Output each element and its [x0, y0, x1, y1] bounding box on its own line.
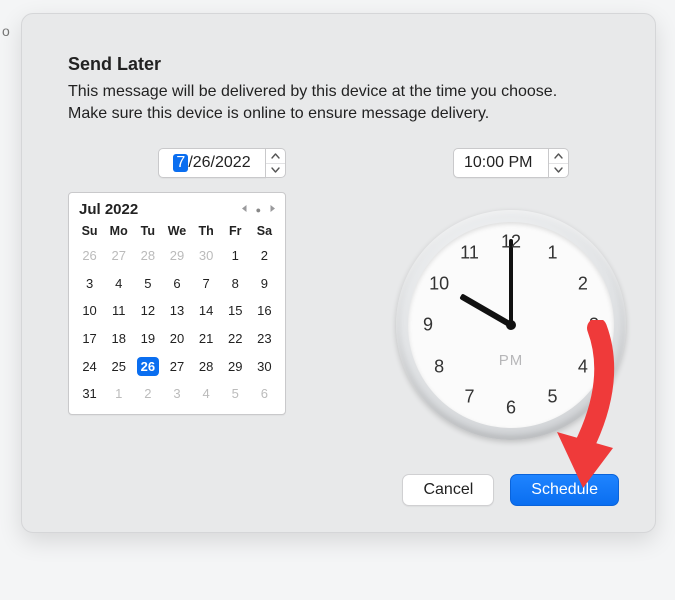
calendar-day[interactable]: 29 — [221, 353, 250, 381]
clock-number: 9 — [423, 315, 433, 336]
clock-number: 7 — [464, 387, 474, 408]
time-field[interactable]: 10:00 PM — [453, 148, 549, 178]
clock-number: 2 — [578, 273, 588, 294]
calendar-day[interactable]: 5 — [133, 270, 162, 298]
calendar-dow: Sa — [250, 222, 279, 242]
calendar-day[interactable]: 4 — [192, 380, 221, 408]
date-stepper: 7/26/2022 — [68, 148, 286, 178]
calendar-day[interactable]: 2 — [133, 380, 162, 408]
time-step-down-icon[interactable] — [549, 163, 568, 178]
calendar-day[interactable]: 26 — [75, 242, 104, 270]
clock-number: 8 — [434, 356, 444, 377]
calendar-day[interactable]: 27 — [162, 353, 191, 381]
clock-number: 12 — [501, 232, 521, 253]
dialog-title: Send Later — [68, 54, 609, 75]
clock-number: 10 — [429, 273, 449, 294]
clock-number: 5 — [547, 387, 557, 408]
calendar-nav: ● — [240, 204, 277, 216]
calendar-day[interactable]: 22 — [221, 325, 250, 353]
calendar-day[interactable]: 6 — [250, 380, 279, 408]
date-step-up-icon[interactable] — [266, 149, 285, 163]
send-later-dialog: Send Later This message will be delivere… — [21, 13, 656, 533]
calendar-dow: Th — [192, 222, 221, 242]
clock-ampm-label: PM — [499, 352, 524, 369]
schedule-button[interactable]: Schedule — [510, 474, 619, 506]
calendar-day[interactable]: 6 — [162, 270, 191, 298]
date-rest-segment[interactable]: /26/2022 — [188, 154, 250, 172]
calendar-day[interactable]: 23 — [250, 325, 279, 353]
clock-hour-hand[interactable] — [459, 294, 512, 328]
calendar-day[interactable]: 8 — [221, 270, 250, 298]
clock-center-dot — [506, 320, 516, 330]
calendar-day[interactable]: 25 — [104, 353, 133, 381]
calendar-day[interactable]: 30 — [250, 353, 279, 381]
dialog-description: This message will be delivered by this d… — [68, 81, 588, 124]
calendar-day[interactable]: 5 — [221, 380, 250, 408]
calendar-dow: Mo — [104, 222, 133, 242]
clock-number: 11 — [460, 243, 479, 264]
calendar-day[interactable]: 14 — [192, 297, 221, 325]
calendar-day[interactable]: 13 — [162, 297, 191, 325]
calendar-dow: Tu — [133, 222, 162, 242]
date-month-segment[interactable]: 7 — [173, 154, 188, 172]
calendar-dow: We — [162, 222, 191, 242]
calendar-day[interactable]: 28 — [192, 353, 221, 381]
calendar-day[interactable]: 21 — [192, 325, 221, 353]
clock-number: 6 — [506, 398, 516, 419]
calendar-day[interactable]: 28 — [133, 242, 162, 270]
time-stepper: 10:00 PM — [453, 148, 569, 178]
clock-number: 1 — [547, 243, 557, 264]
calendar-dow: Su — [75, 222, 104, 242]
calendar-day[interactable]: 31 — [75, 380, 104, 408]
time-step-up-icon[interactable] — [549, 149, 568, 163]
time-stepper-buttons — [549, 148, 569, 178]
calendar-day[interactable]: 16 — [250, 297, 279, 325]
calendar-day[interactable]: 11 — [104, 297, 133, 325]
calendar-day[interactable]: 12 — [133, 297, 162, 325]
analog-clock[interactable]: PM 121234567891011 — [396, 210, 626, 440]
clock-number: 3 — [589, 315, 599, 336]
calendar-dow: Fr — [221, 222, 250, 242]
calendar-today-icon[interactable]: ● — [256, 205, 261, 215]
background-text-fragment: o — [2, 23, 10, 39]
calendar-day[interactable]: 15 — [221, 297, 250, 325]
calendar-day[interactable]: 29 — [162, 242, 191, 270]
cancel-button[interactable]: Cancel — [402, 474, 494, 506]
calendar-next-icon[interactable] — [269, 204, 277, 216]
calendar-day[interactable]: 3 — [162, 380, 191, 408]
calendar-day[interactable]: 17 — [75, 325, 104, 353]
date-step-down-icon[interactable] — [266, 163, 285, 178]
calendar-day[interactable]: 1 — [221, 242, 250, 270]
calendar-day[interactable]: 26 — [133, 353, 162, 381]
calendar-day[interactable]: 30 — [192, 242, 221, 270]
calendar-month-label: Jul 2022 — [79, 201, 138, 218]
calendar-day[interactable]: 7 — [192, 270, 221, 298]
calendar-day[interactable]: 10 — [75, 297, 104, 325]
calendar-day[interactable]: 1 — [104, 380, 133, 408]
calendar: Jul 2022 ● SuMoTuWeThFrSa 26272829301234… — [68, 192, 286, 415]
calendar-day[interactable]: 27 — [104, 242, 133, 270]
calendar-day[interactable]: 20 — [162, 325, 191, 353]
calendar-day[interactable]: 18 — [104, 325, 133, 353]
calendar-day[interactable]: 24 — [75, 353, 104, 381]
calendar-day[interactable]: 3 — [75, 270, 104, 298]
date-stepper-buttons — [266, 148, 286, 178]
clock-number: 4 — [578, 356, 588, 377]
calendar-day[interactable]: 9 — [250, 270, 279, 298]
calendar-day[interactable]: 19 — [133, 325, 162, 353]
calendar-day[interactable]: 4 — [104, 270, 133, 298]
calendar-day[interactable]: 2 — [250, 242, 279, 270]
calendar-prev-icon[interactable] — [240, 204, 248, 216]
date-field[interactable]: 7/26/2022 — [158, 148, 266, 178]
